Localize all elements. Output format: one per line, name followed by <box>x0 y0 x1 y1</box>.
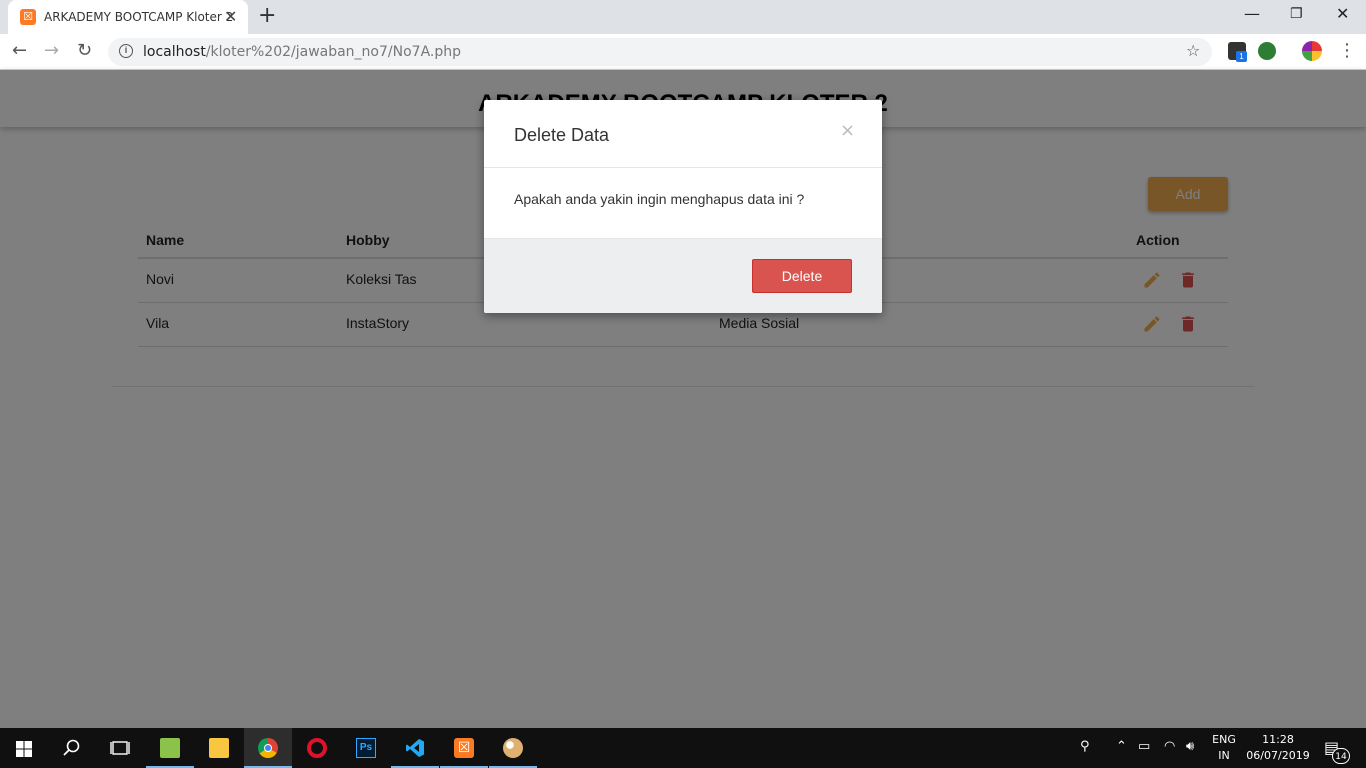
reload-icon[interactable]: ↻ <box>77 40 92 61</box>
taskbar-vscode[interactable] <box>391 728 439 768</box>
taskbar-notepadpp[interactable] <box>146 728 194 768</box>
browser-tab[interactable]: ☒ ARKADEMY BOOTCAMP Kloter 2 ✕ <box>8 0 248 34</box>
extension-badge: 1 <box>1236 51 1247 62</box>
modal-body: Apakah anda yakin ingin menghapus data i… <box>484 168 882 238</box>
taskbar-xampp[interactable]: ☒ <box>440 728 488 768</box>
url-text[interactable]: localhost/kloter%202/jawaban_no7/No7A.ph… <box>143 44 461 60</box>
confirm-delete-button[interactable]: Delete <box>752 259 852 293</box>
back-icon[interactable]: ← <box>12 40 27 61</box>
forward-icon[interactable]: → <box>44 40 59 61</box>
wifi-icon[interactable]: ◠ <box>1164 739 1175 754</box>
task-view-icon <box>110 741 130 755</box>
people-icon[interactable]: ⚲ <box>1080 739 1090 754</box>
modal-title: Delete Data <box>514 125 610 145</box>
xampp-icon: ☒ <box>454 738 474 758</box>
address-bar[interactable]: i localhost/kloter%202/jawaban_no7/No7A.… <box>108 38 1212 66</box>
new-tab-button[interactable]: + <box>258 3 276 28</box>
delete-modal: Delete Data × Apakah anda yakin ingin me… <box>484 100 882 313</box>
browser-tab-bar: ☒ ARKADEMY BOOTCAMP Kloter 2 ✕ + — ❐ ✕ <box>0 0 1366 34</box>
modal-message: Apakah anda yakin ingin menghapus data i… <box>514 191 805 207</box>
task-view-button[interactable] <box>96 728 144 768</box>
photoshop-icon: Ps <box>356 738 376 758</box>
folder-icon <box>209 738 229 758</box>
info-icon[interactable]: i <box>119 44 133 58</box>
modal-footer: Delete <box>484 238 882 313</box>
taskbar-photoshop[interactable]: Ps <box>342 728 390 768</box>
profile-avatar[interactable] <box>1302 41 1322 61</box>
clock-time[interactable]: 11:28 <box>1246 733 1310 746</box>
taskbar-file-explorer[interactable] <box>195 728 243 768</box>
clock-date[interactable]: 06/07/2019 <box>1246 749 1310 762</box>
bookmark-star-icon[interactable]: ☆ <box>1186 41 1200 60</box>
close-window-icon[interactable]: ✕ <box>1336 4 1349 23</box>
tab-close-icon[interactable]: ✕ <box>224 7 237 26</box>
modal-close-icon[interactable]: × <box>840 120 855 141</box>
notepad-plus-plus-icon <box>160 738 180 758</box>
minimize-icon[interactable]: — <box>1244 4 1260 23</box>
restore-icon[interactable]: ❐ <box>1290 6 1303 22</box>
windows-taskbar: Ps ☒ ⚲ ⌃ ▭ ◠ 🔊︎ ENG IN 11:28 06/07/2019 … <box>0 728 1366 768</box>
volume-icon[interactable]: 🔊︎ <box>1186 739 1194 754</box>
taskbar-opera[interactable] <box>293 728 341 768</box>
extension-cube-icon[interactable]: 1 <box>1228 42 1247 62</box>
opera-icon <box>307 738 327 758</box>
taskbar-paint[interactable] <box>489 728 537 768</box>
menu-dots-icon[interactable]: ⋮ <box>1338 40 1356 61</box>
vscode-icon <box>406 739 424 757</box>
language-indicator-line2[interactable]: IN <box>1210 749 1238 762</box>
extension-globe-icon[interactable] <box>1258 42 1276 60</box>
chrome-icon <box>258 738 278 758</box>
search-button[interactable] <box>48 728 96 768</box>
taskbar-chrome[interactable] <box>244 728 292 768</box>
paint-palette-icon <box>503 738 523 758</box>
search-icon <box>63 739 80 756</box>
notification-count-badge: 14 <box>1332 748 1350 764</box>
language-indicator-line1[interactable]: ENG <box>1210 733 1238 746</box>
start-button[interactable] <box>0 728 48 768</box>
browser-toolbar: ← → ↻ i localhost/kloter%202/jawaban_no7… <box>0 34 1366 70</box>
tab-title: ARKADEMY BOOTCAMP Kloter 2 <box>44 10 234 24</box>
modal-header: Delete Data × <box>484 100 882 168</box>
show-hidden-icons-icon[interactable]: ⌃ <box>1116 739 1127 754</box>
windows-logo-icon <box>16 741 32 757</box>
xampp-favicon-icon: ☒ <box>20 9 36 25</box>
battery-icon[interactable]: ▭ <box>1138 739 1150 754</box>
